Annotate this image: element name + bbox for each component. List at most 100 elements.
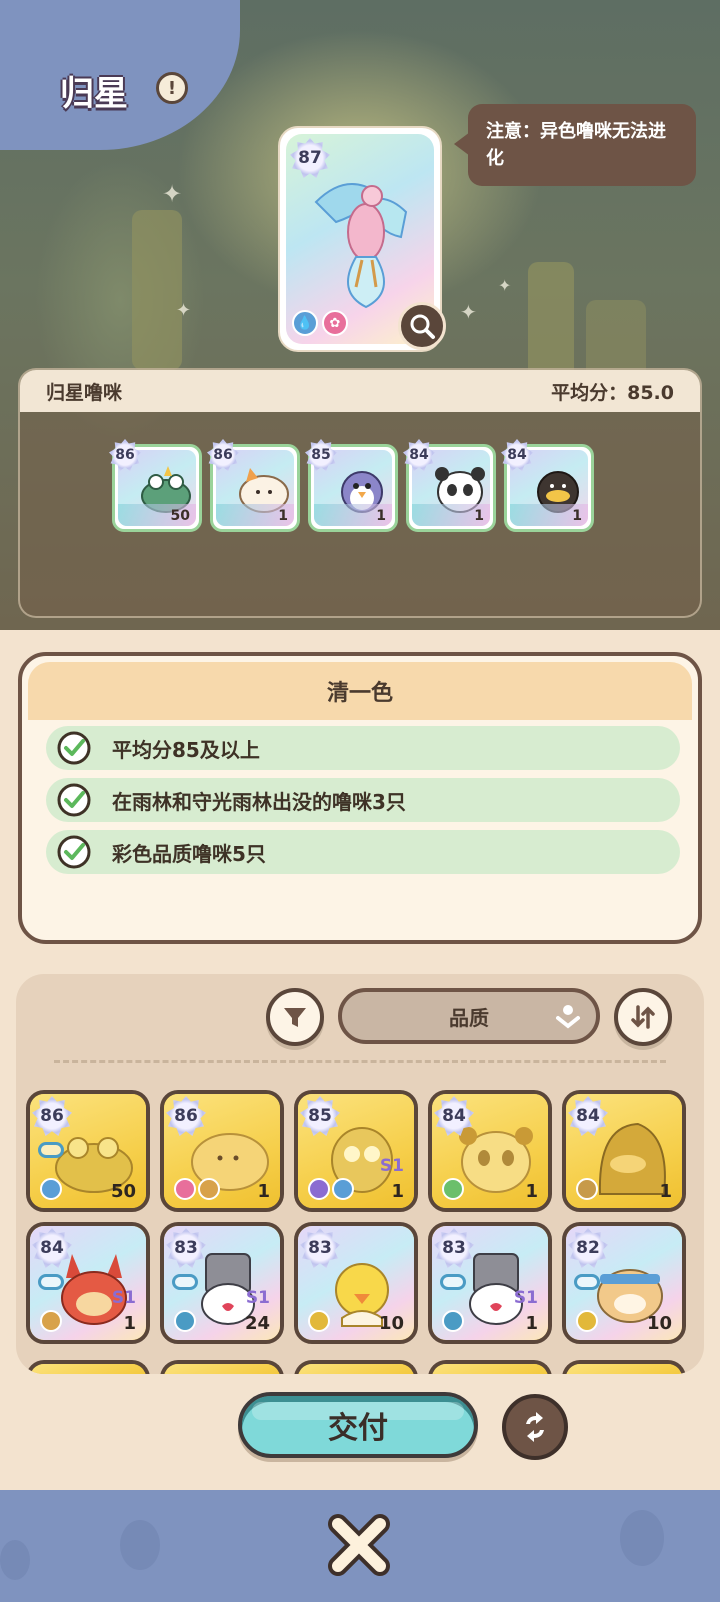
season-tag: S1 — [111, 1288, 136, 1308]
creature-card[interactable]: 84 1 — [428, 1090, 552, 1212]
card-count: 10 — [378, 1313, 404, 1334]
selected-list: 50 86 1 86 1 85 1 84 1 84 — [109, 439, 594, 532]
evolution-warning-tooltip: 注意：异色噜咪无法进化 — [454, 104, 696, 186]
paw-print-decoration — [0, 1540, 30, 1580]
requirement-item: 平均分85及以上 — [46, 726, 680, 770]
deliver-button[interactable]: 交付 — [238, 1392, 478, 1458]
creature-card-partial[interactable] — [562, 1360, 686, 1374]
creature-card-partial[interactable] — [428, 1360, 552, 1374]
check-circle-icon — [57, 783, 91, 817]
badge-icon — [198, 1178, 220, 1200]
creature-card[interactable]: 86 1 — [160, 1090, 284, 1212]
link-icon — [440, 1274, 466, 1290]
footer-bar — [0, 1490, 720, 1602]
requirement-text: 在雨林和守光雨林出没的噜咪3只 — [112, 789, 406, 814]
average-score: 平均分：85.0 — [551, 381, 674, 404]
card-count: 1 — [123, 1313, 136, 1334]
check-circle-icon — [57, 835, 91, 869]
creature-card[interactable]: S1 84 1 — [26, 1222, 150, 1344]
card-art — [164, 1364, 280, 1374]
card-count: 1 — [257, 1181, 270, 1202]
requirement-text: 彩色品质噜咪5只 — [112, 841, 266, 866]
water-drop-icon — [40, 1178, 62, 1200]
shield-icon — [174, 1310, 196, 1332]
swap-button[interactable] — [502, 1394, 568, 1460]
funnel-icon — [284, 1008, 306, 1027]
selected-slot[interactable]: 1 85 — [305, 439, 398, 532]
selected-header: 归星噜咪 平均分：85.0 — [20, 370, 700, 412]
sort-dropdown[interactable]: 品质 — [338, 988, 600, 1044]
card-count: 1 — [525, 1313, 538, 1334]
slot-count: 50 — [170, 508, 190, 524]
slot-count: 1 — [376, 508, 386, 524]
season-tag: S1 — [245, 1288, 270, 1308]
sparkle-icon: ✦ — [498, 276, 512, 295]
creature-grid-next-row — [26, 1360, 686, 1374]
creature-card[interactable]: S1 83 24 — [160, 1222, 284, 1344]
close-button[interactable] — [326, 1508, 392, 1578]
creature-card-partial[interactable] — [160, 1360, 284, 1374]
badge-icon — [40, 1310, 62, 1332]
water-drop-icon: 💧 — [292, 310, 318, 336]
slot-count: 1 — [474, 508, 484, 524]
season-tag: S1 — [379, 1156, 404, 1176]
selected-slot[interactable]: 1 84 — [501, 439, 594, 532]
creature-card-partial[interactable] — [294, 1360, 418, 1374]
creature-grid: 86 50 86 1 S1 85 1 84 1 84 1 S1 84 1 S1 … — [26, 1090, 686, 1344]
flower-icon: ✿ — [322, 310, 348, 336]
deliver-label: 交付 — [328, 1411, 388, 1446]
creature-card[interactable]: 83 10 — [294, 1222, 418, 1344]
creature-card[interactable]: S1 83 1 — [428, 1222, 552, 1344]
page-title: 归星 — [60, 74, 128, 114]
bottom-sheet: 清一色 平均分85及以上 在雨林和守光雨林出没的噜咪3只 彩色品质噜咪5只 品质… — [0, 630, 720, 1490]
zoom-button[interactable] — [398, 302, 446, 350]
filter-button[interactable] — [266, 988, 324, 1046]
creature-card[interactable]: 84 1 — [562, 1090, 686, 1212]
chevron-down-icon — [556, 1005, 580, 1029]
sort-label: 品质 — [449, 1005, 489, 1030]
link-icon — [574, 1274, 600, 1290]
sparkle-icon: ✦ — [176, 300, 192, 321]
inventory-panel: 品质 86 50 86 1 S1 85 1 84 1 84 1 S1 84 1 … — [16, 974, 704, 1374]
sparkle-icon: ✦ — [460, 300, 477, 324]
card-art — [298, 1364, 414, 1374]
sort-order-button[interactable] — [614, 988, 672, 1046]
slot-count: 1 — [572, 508, 582, 524]
selected-panel: 归星噜咪 平均分：85.0 50 86 1 86 1 85 1 84 1 84 — [18, 368, 702, 618]
card-art — [30, 1364, 146, 1374]
season-tag: S1 — [513, 1288, 538, 1308]
selected-slot[interactable]: 50 86 — [109, 439, 202, 532]
link-icon — [38, 1274, 64, 1290]
lightning-icon — [576, 1310, 598, 1332]
lightning-icon — [308, 1310, 330, 1332]
clover-icon — [576, 1178, 598, 1200]
swirl-icon — [308, 1178, 330, 1200]
requirement-text: 平均分85及以上 — [112, 737, 260, 762]
selected-slot[interactable]: 1 86 — [207, 439, 300, 532]
requirement-item: 彩色品质噜咪5只 — [46, 830, 680, 874]
card-count: 1 — [659, 1181, 672, 1202]
creature-card[interactable]: S1 85 1 — [294, 1090, 418, 1212]
selected-slot[interactable]: 1 84 — [403, 439, 496, 532]
leaf-icon — [442, 1178, 464, 1200]
close-icon — [328, 1514, 390, 1576]
shield-icon — [442, 1310, 464, 1332]
stone-pillar — [132, 210, 182, 370]
requirement-item: 在雨林和守光雨林出没的噜咪3只 — [46, 778, 680, 822]
task-panel: 清一色 平均分85及以上 在雨林和守光雨林出没的噜咪3只 彩色品质噜咪5只 — [18, 652, 702, 944]
creature-card-partial[interactable] — [26, 1360, 150, 1374]
selected-label: 归星噜咪 — [46, 381, 123, 404]
link-icon — [172, 1274, 198, 1290]
slot-count: 1 — [278, 508, 288, 524]
creature-card[interactable]: 86 50 — [26, 1090, 150, 1212]
exclamation-icon: ! — [167, 77, 177, 99]
refresh-swap-icon — [526, 1412, 544, 1442]
info-button[interactable]: ! — [156, 72, 188, 104]
card-count: 1 — [391, 1181, 404, 1202]
card-count: 50 — [110, 1181, 136, 1202]
paw-print-decoration — [120, 1520, 160, 1570]
creature-card[interactable]: 82 10 — [562, 1222, 686, 1344]
sparkle-icon: ✦ — [162, 180, 183, 208]
paw-print-decoration — [620, 1510, 664, 1566]
card-count: 10 — [646, 1313, 672, 1334]
